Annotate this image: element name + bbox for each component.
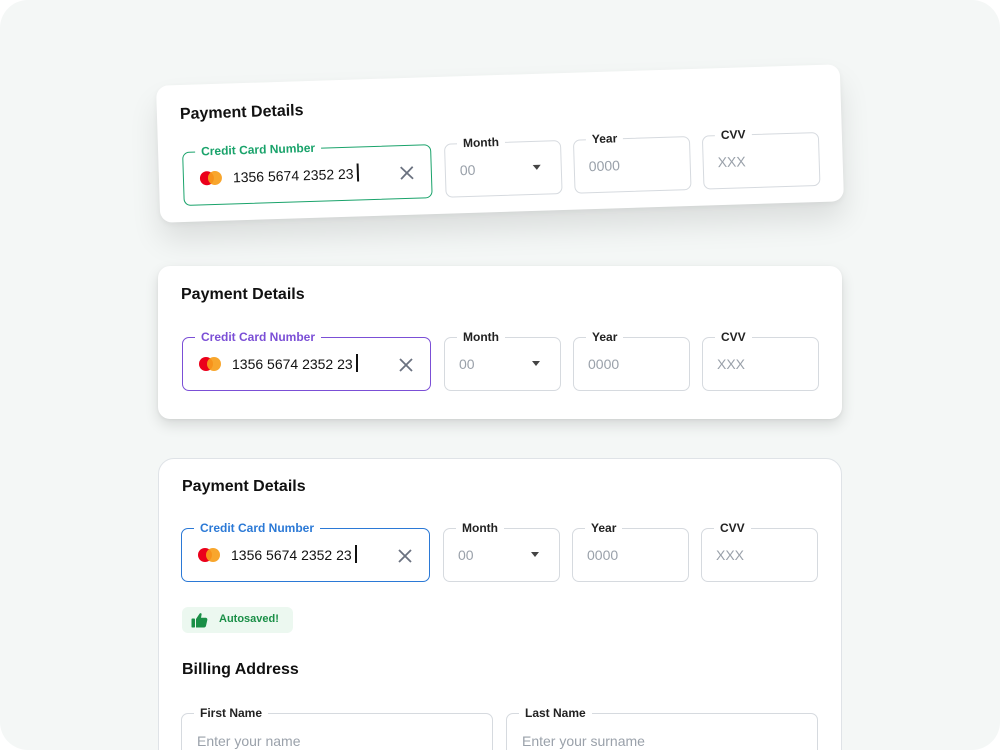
cvv-label: CVV: [714, 520, 751, 536]
month-label: Month: [457, 329, 505, 345]
year-placeholder: 0000: [587, 547, 619, 563]
credit-card-number-value: 1356 5674 2352 23: [231, 547, 352, 563]
month-label: Month: [456, 133, 506, 152]
credit-card-number-field[interactable]: Credit Card Number 1356 5674 2352 23: [181, 520, 430, 582]
mastercard-icon: [199, 357, 225, 371]
autosaved-badge: Autosaved!: [182, 607, 293, 633]
payment-card-green: Payment Details Credit Card Number 1356 …: [156, 64, 844, 223]
canvas-background: Payment Details Credit Card Number 1356 …: [0, 0, 1000, 750]
text-cursor: [356, 354, 358, 372]
payment-card-blue: Payment Details Credit Card Number 1356 …: [158, 458, 842, 750]
text-cursor: [355, 545, 357, 563]
credit-card-number-value: 1356 5674 2352 23: [232, 356, 353, 372]
mastercard-icon: [199, 170, 226, 186]
close-icon[interactable]: [398, 357, 414, 373]
cvv-field[interactable]: CVV XXX: [702, 329, 819, 391]
payment-details-title: Payment Details: [179, 102, 304, 124]
payment-card-purple: Payment Details Credit Card Number 1356 …: [158, 266, 842, 419]
credit-card-number-label: Credit Card Number: [195, 329, 322, 345]
mastercard-icon: [198, 548, 224, 562]
credit-card-number-label: Credit Card Number: [194, 139, 322, 160]
thumbs-up-icon: [191, 613, 208, 628]
caret-down-icon: [532, 361, 540, 366]
first-name-field[interactable]: First Name Enter your name: [181, 705, 493, 750]
month-value: 00: [458, 547, 474, 563]
first-name-label: First Name: [194, 705, 269, 721]
close-icon[interactable]: [397, 548, 413, 564]
cvv-label: CVV: [715, 329, 752, 345]
year-field[interactable]: Year 0000: [573, 329, 690, 391]
cvv-field[interactable]: CVV XXX: [701, 126, 821, 190]
year-field[interactable]: Year 0000: [572, 130, 692, 194]
cvv-placeholder: XXX: [717, 153, 746, 171]
cvv-placeholder: XXX: [717, 356, 746, 372]
cvv-placeholder: XXX: [716, 547, 745, 563]
text-cursor: [356, 163, 359, 182]
cvv-field[interactable]: CVV XXX: [701, 520, 818, 582]
last-name-label: Last Name: [519, 705, 592, 721]
caret-down-icon: [531, 552, 539, 557]
month-select[interactable]: Month 00: [444, 329, 561, 391]
month-value: 00: [459, 356, 475, 372]
month-select[interactable]: Month 00: [443, 133, 563, 198]
payment-details-title: Payment Details: [182, 478, 306, 495]
year-placeholder: 0000: [588, 157, 621, 175]
autosaved-label: Autosaved!: [219, 613, 279, 625]
year-placeholder: 0000: [588, 356, 620, 372]
caret-down-icon: [532, 164, 541, 170]
last-name-placeholder: Enter your surname: [522, 733, 645, 749]
close-icon[interactable]: [399, 165, 415, 181]
credit-card-number-field[interactable]: Credit Card Number 1356 5674 2352 23: [182, 329, 431, 391]
credit-card-number-label: Credit Card Number: [194, 520, 321, 536]
billing-address-title: Billing Address: [182, 661, 299, 678]
year-field[interactable]: Year 0000: [572, 520, 689, 582]
cvv-label: CVV: [714, 126, 752, 144]
year-label: Year: [585, 130, 624, 148]
payment-details-title: Payment Details: [181, 286, 305, 303]
month-select[interactable]: Month 00: [443, 520, 560, 582]
year-label: Year: [585, 520, 623, 536]
first-name-placeholder: Enter your name: [197, 733, 301, 749]
credit-card-number-value: 1356 5674 2352 23: [232, 165, 354, 186]
last-name-field[interactable]: Last Name Enter your surname: [506, 705, 818, 750]
month-value: 00: [459, 161, 476, 179]
credit-card-number-field[interactable]: Credit Card Number 1356 5674 2352 23: [182, 139, 433, 206]
month-label: Month: [456, 520, 504, 536]
year-label: Year: [586, 329, 624, 345]
